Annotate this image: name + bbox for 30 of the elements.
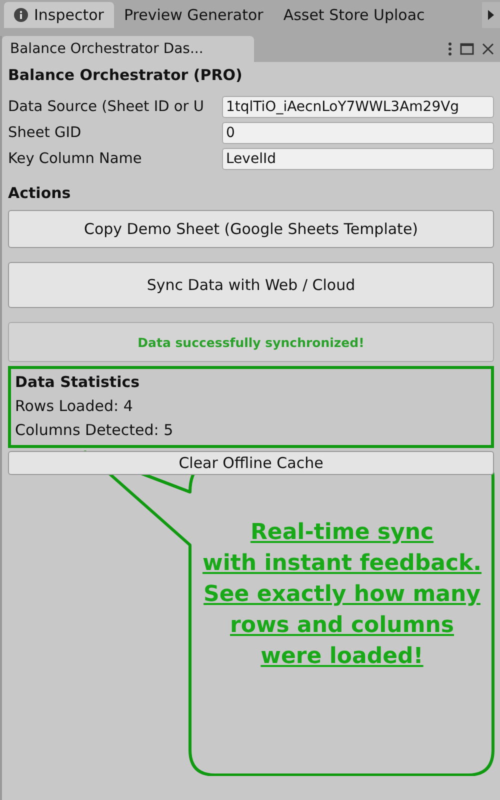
statistics-title: Data Statistics xyxy=(15,373,141,391)
tab[interactable]: Inspector xyxy=(4,2,114,28)
callout-text: with instant feedback. xyxy=(202,551,482,576)
action-button[interactable]: Copy Demo Sheet (Google Sheets Template) xyxy=(8,210,494,248)
close-icon[interactable] xyxy=(482,43,494,55)
status-message: Data successfully synchronized! xyxy=(138,334,364,350)
tab[interactable]: Preview Generator xyxy=(114,2,274,28)
field-label: Key Column Name xyxy=(8,151,143,167)
triangle-icon xyxy=(487,10,495,20)
action-button[interactable]: Sync Data with Web / Cloud xyxy=(8,262,494,308)
input-field[interactable]: 0 xyxy=(222,122,494,144)
callout-text: See exactly how many xyxy=(204,582,480,607)
callout-text: rows and columns xyxy=(230,613,454,638)
statistic-text: Columns Detected: 5 xyxy=(15,421,174,439)
maximize-icon[interactable] xyxy=(460,43,474,55)
scroll-tabs-button[interactable] xyxy=(482,2,500,28)
clear-cache-button[interactable]: Clear Offline Cache xyxy=(8,451,494,475)
statistic-text: Rows Loaded: 4 xyxy=(15,397,134,415)
callout-text: were loaded! xyxy=(260,644,424,669)
window-tab[interactable]: Balance Orchestrator Das... xyxy=(2,36,254,62)
info-icon xyxy=(14,8,28,22)
field-label: Data Source (Sheet ID or U xyxy=(8,99,205,115)
section-title: Actions xyxy=(8,183,72,204)
more-icon[interactable] xyxy=(448,42,452,56)
input-field[interactable]: 1tqlTiO_iAecnLoY7WWL3Am29Vg xyxy=(222,96,494,118)
field-label: Sheet GID xyxy=(8,125,82,141)
tab[interactable]: Asset Store Uploac xyxy=(273,2,435,28)
heading: Balance Orchestrator (PRO) xyxy=(8,65,244,86)
callout-text: Real-time sync xyxy=(250,520,434,545)
input-field[interactable]: LevelId xyxy=(222,148,494,170)
